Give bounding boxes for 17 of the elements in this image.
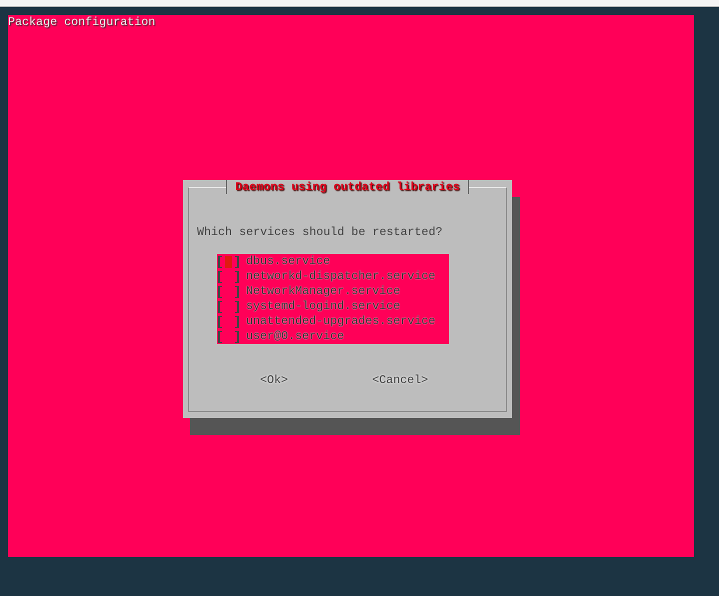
service-label[interactable]: systemd-logind.service	[246, 299, 400, 314]
dialog-title: Daemons using outdated libraries	[226, 180, 469, 194]
checkbox[interactable]	[218, 270, 239, 282]
service-label[interactable]: dbus.service	[246, 254, 330, 269]
checkbox[interactable]	[218, 286, 239, 298]
service-label[interactable]: NetworkManager.service	[246, 284, 400, 299]
checkbox[interactable]	[218, 300, 239, 312]
checkbox[interactable]	[218, 316, 239, 328]
service-label[interactable]: networkd-dispatcher.service	[246, 269, 436, 284]
ok-button[interactable]: <Ok>	[260, 373, 288, 387]
service-label[interactable]: user@0.service	[246, 329, 344, 344]
checkbox[interactable]	[218, 256, 239, 268]
screen-title: Package configuration	[8, 15, 156, 29]
checkbox[interactable]	[218, 330, 239, 342]
cancel-button[interactable]: <Cancel>	[372, 373, 428, 387]
service-label[interactable]: unattended-upgrades.service	[246, 314, 436, 329]
question-text: Which services should be restarted?	[197, 225, 442, 239]
